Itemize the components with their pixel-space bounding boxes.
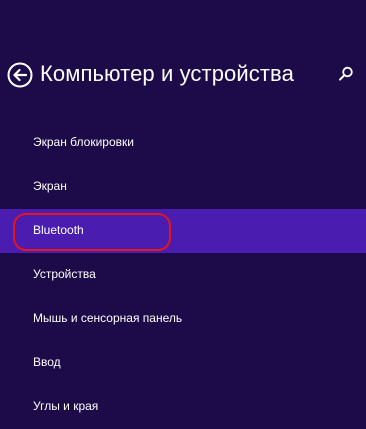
nav-item-label: Мышь и сенсорная панель <box>33 311 183 325</box>
nav-item-mouse-touchpad[interactable]: Мышь и сенсорная панель <box>0 297 366 341</box>
nav-item-label: Устройства <box>33 267 96 281</box>
nav-item-devices[interactable]: Устройства <box>0 253 366 297</box>
page-title: Компьютер и устройства <box>40 61 294 86</box>
nav-item-label: Углы и края <box>33 399 99 413</box>
settings-nav-list: Экран блокировки Экран Bluetooth Устройс… <box>0 121 366 429</box>
nav-item-typing[interactable]: Ввод <box>0 341 366 385</box>
nav-item-label: Bluetooth <box>33 223 84 237</box>
search-icon[interactable] <box>337 65 355 83</box>
nav-item-label: Ввод <box>33 355 61 369</box>
nav-item-bluetooth[interactable]: Bluetooth <box>0 209 366 253</box>
nav-item-label: Экран блокировки <box>33 135 134 149</box>
nav-item-label: Экран <box>33 179 67 193</box>
page-header: Компьютер и устройства <box>0 52 366 96</box>
back-arrow-circle-icon[interactable] <box>7 62 33 88</box>
nav-item-lock-screen[interactable]: Экран блокировки <box>0 121 366 165</box>
nav-item-corners-edges[interactable]: Углы и края <box>0 385 366 429</box>
nav-item-display[interactable]: Экран <box>0 165 366 209</box>
